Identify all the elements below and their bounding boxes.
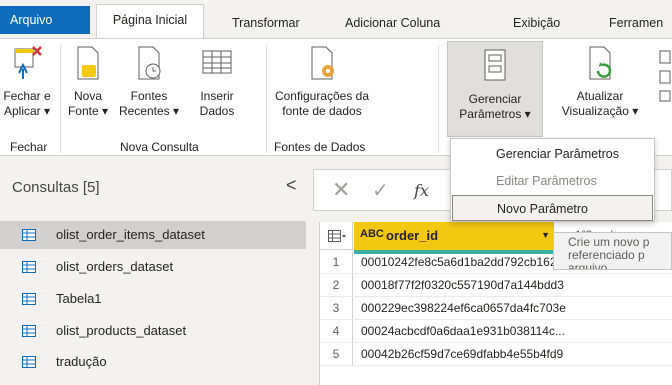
- tab-transform[interactable]: Transformar: [232, 8, 300, 38]
- manage-parameters-label: Gerenciar Parâmetros ▾: [459, 92, 531, 121]
- close-apply-icon: [14, 46, 42, 79]
- queries-pane: Consultas [5] < olist_order_items_datase…: [0, 157, 306, 385]
- cell-value[interactable]: 00042b26cf59d7ce69dfabb4e55b4fd9: [361, 343, 563, 365]
- ribbon-separator: [266, 45, 267, 153]
- filter-dropdown-icon[interactable]: ▼: [541, 230, 550, 240]
- tab-home[interactable]: Página Inicial: [96, 4, 204, 38]
- row-number: 2: [320, 274, 353, 296]
- column-header-order-id[interactable]: ABC order_id ▼: [354, 222, 554, 254]
- group-label-close: Fechar: [10, 140, 48, 154]
- data-source-settings-label: Configurações da fonte de dados: [274, 89, 370, 118]
- row-number: 3: [320, 297, 353, 319]
- refresh-icon: [589, 46, 612, 80]
- tab-file[interactable]: Arquivo: [0, 6, 90, 34]
- menu-item-manage-parameters[interactable]: Gerenciar Parâmetros: [452, 141, 653, 167]
- manage-parameters-button[interactable]: Gerenciar Parâmetros ▾: [447, 41, 543, 137]
- menu-item-edit-parameters: Editar Parâmetros: [496, 174, 597, 188]
- new-parameter-tooltip: Crie um novo p referenciado p arquivo.: [553, 232, 672, 270]
- fx-icon[interactable]: fx: [414, 181, 429, 200]
- close-apply-button[interactable]: Fechar e Aplicar ▾: [0, 43, 54, 135]
- table-icon: [22, 325, 36, 337]
- tab-view[interactable]: Exibição: [513, 8, 560, 38]
- data-source-settings-button[interactable]: Configurações da fonte de dados: [268, 43, 376, 135]
- table-icon: [22, 293, 36, 305]
- table-icon: [22, 261, 36, 273]
- ribbon-separator: [438, 45, 439, 153]
- query-item[interactable]: olist_products_dataset: [0, 317, 306, 345]
- text-type-icon[interactable]: ABC: [360, 228, 384, 240]
- table-row[interactable]: 3 000229ec398224ef6ca0657da4fc703e: [320, 297, 672, 320]
- query-item[interactable]: tradução: [0, 348, 306, 376]
- queries-header: Consultas [5]: [12, 179, 100, 196]
- tab-add-column[interactable]: Adicionar Coluna: [345, 8, 440, 38]
- row-number: 4: [320, 320, 353, 342]
- menu-item-new-parameter[interactable]: Novo Parâmetro: [452, 195, 653, 221]
- recent-sources-icon: [138, 46, 161, 80]
- recent-sources-button[interactable]: Fontes Recentes ▾: [118, 43, 180, 135]
- recent-sources-label: Fontes Recentes ▾: [118, 89, 180, 118]
- enter-data-button[interactable]: Inserir Dados: [182, 43, 252, 135]
- cell-value[interactable]: 00010242fe8c5a6d1ba2dd792cb162...: [361, 251, 567, 273]
- row-number: 5: [320, 343, 353, 365]
- new-source-label: Nova Fonte ▾: [67, 89, 109, 118]
- parameters-icon: [484, 49, 506, 81]
- column-name: order_id: [386, 228, 439, 243]
- query-item-label: tradução: [56, 354, 107, 369]
- table-icon: [22, 229, 36, 241]
- new-source-icon: [77, 46, 99, 80]
- table-menu-icon[interactable]: [320, 222, 353, 250]
- table-row[interactable]: 5 00042b26cf59d7ce69dfabb4e55b4fd9: [320, 343, 672, 366]
- manage-parameters-menu: Gerenciar Parâmetros Editar Parâmetros N…: [450, 138, 655, 222]
- row-number: 1: [320, 251, 353, 273]
- table-row[interactable]: 2 00018f77f2f0320c557190d7a144bdd3: [320, 274, 672, 297]
- table-icon: [202, 50, 232, 74]
- query-item[interactable]: Tabela1: [0, 285, 306, 313]
- group-label-data-sources: Fontes de Dados: [274, 140, 366, 154]
- cell-value[interactable]: 000229ec398224ef6ca0657da4fc703e: [361, 297, 566, 319]
- cancel-formula-icon[interactable]: ✕: [332, 177, 350, 203]
- refresh-preview-button[interactable]: Atualizar Visualização ▾: [548, 43, 652, 135]
- confirm-formula-icon[interactable]: ✓: [372, 178, 389, 203]
- new-source-button[interactable]: Nova Fonte ▾: [62, 43, 114, 135]
- settings-icon: [311, 46, 334, 80]
- tab-tools[interactable]: Ferramen: [609, 8, 663, 38]
- cell-value[interactable]: 00024acbcdf0a6daa1e931b038114c...: [361, 320, 565, 342]
- refresh-preview-label: Atualizar Visualização ▾: [561, 89, 639, 118]
- ribbon-tab-bar: Arquivo Página Inicial Transformar Adici…: [0, 0, 672, 38]
- query-item-label: olist_orders_dataset: [56, 259, 174, 274]
- group-label-new-query: Nova Consulta: [120, 140, 199, 154]
- more-commands-icon[interactable]: [658, 47, 672, 107]
- enter-data-label: Inserir Dados: [199, 89, 235, 118]
- table-row[interactable]: 4 00024acbcdf0a6daa1e931b038114c...: [320, 320, 672, 343]
- table-icon: [22, 356, 36, 368]
- query-item-label: Tabela1: [56, 291, 102, 306]
- query-item[interactable]: olist_order_items_dataset: [0, 221, 306, 249]
- close-apply-label: Fechar e Aplicar ▾: [3, 89, 51, 118]
- ribbon-separator: [60, 45, 61, 153]
- collapse-pane-icon[interactable]: <: [286, 175, 297, 196]
- cell-value[interactable]: 00018f77f2f0320c557190d7a144bdd3: [361, 274, 564, 296]
- query-item[interactable]: olist_orders_dataset: [0, 253, 306, 281]
- query-item-label: olist_products_dataset: [56, 323, 187, 338]
- query-item-label: olist_order_items_dataset: [56, 227, 205, 242]
